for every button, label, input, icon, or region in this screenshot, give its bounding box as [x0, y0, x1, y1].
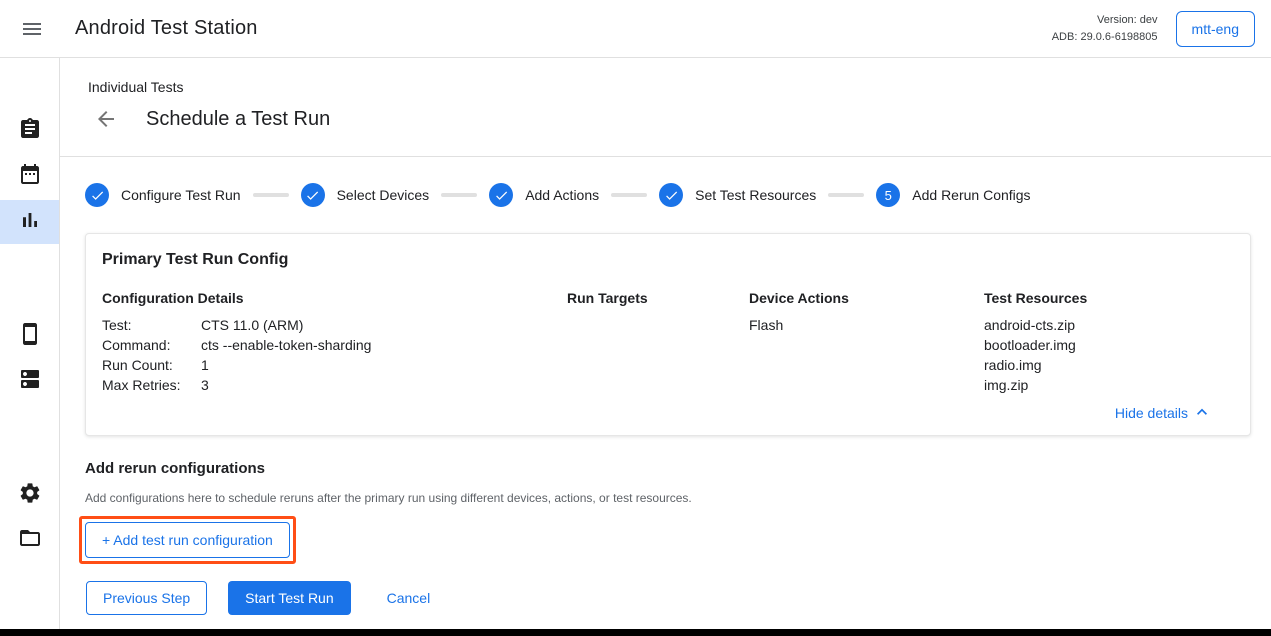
rerun-section-description: Add configurations here to schedule reru… — [85, 491, 1271, 505]
start-test-run-button[interactable]: Start Test Run — [228, 581, 350, 615]
bottom-black-bar — [0, 629, 1271, 636]
column-header: Run Targets — [567, 290, 749, 306]
page-header: Individual Tests Schedule a Test Run — [60, 58, 1271, 157]
column-header: Test Resources — [984, 290, 1234, 306]
config-row: Run Count: 1 — [102, 355, 567, 375]
hide-details-label: Hide details — [1115, 405, 1188, 421]
check-icon — [489, 183, 513, 207]
config-value: cts --enable-token-sharding — [201, 335, 371, 355]
step-label: Add Actions — [525, 187, 599, 203]
check-icon — [659, 183, 683, 207]
check-icon — [85, 183, 109, 207]
gear-icon — [18, 481, 42, 510]
version-line: Version: dev — [1052, 12, 1158, 29]
card-title: Primary Test Run Config — [102, 251, 1234, 269]
test-resource-item: radio.img — [984, 355, 1234, 375]
run-targets-column: Run Targets — [567, 290, 749, 395]
test-resource-item: android-cts.zip — [984, 315, 1234, 335]
adb-version-line: ADB: 29.0.6-6198805 — [1052, 29, 1158, 46]
step-label: Add Rerun Configs — [912, 187, 1030, 203]
configuration-details-column: Configuration Details Test: CTS 11.0 (AR… — [102, 290, 567, 395]
test-resource-item: bootloader.img — [984, 335, 1234, 355]
folder-icon — [18, 526, 42, 555]
step-label: Set Test Resources — [695, 187, 816, 203]
step-add-rerun-configs[interactable]: 5 Add Rerun Configs — [876, 183, 1030, 207]
page-title: Schedule a Test Run — [146, 108, 330, 131]
sidebar-item-storage[interactable] — [0, 359, 59, 403]
config-label: Max Retries: — [102, 375, 201, 395]
step-connector — [441, 193, 477, 197]
breadcrumb: Individual Tests — [88, 79, 1271, 95]
test-resources-column: Test Resources android-cts.zip bootloade… — [984, 290, 1234, 395]
config-label: Run Count: — [102, 355, 201, 375]
config-row: Test: CTS 11.0 (ARM) — [102, 315, 567, 335]
annotation-highlight-box: + Add test run configuration — [79, 516, 296, 564]
device-actions-column: Device Actions Flash — [749, 290, 984, 395]
step-select-devices[interactable]: Select Devices — [301, 183, 430, 207]
clipboard-icon — [18, 117, 42, 146]
cancel-button[interactable]: Cancel — [375, 582, 443, 614]
step-set-test-resources[interactable]: Set Test Resources — [659, 183, 816, 207]
previous-step-button[interactable]: Previous Step — [86, 581, 207, 615]
config-value: 3 — [201, 375, 209, 395]
sidebar-item-bar-chart[interactable] — [0, 200, 59, 244]
rerun-configurations-section: Add rerun configurations Add configurati… — [60, 436, 1271, 564]
step-add-actions[interactable]: Add Actions — [489, 183, 599, 207]
config-value: CTS 11.0 (ARM) — [201, 315, 303, 335]
android-test-station-app: Android Test Station Version: dev ADB: 2… — [0, 0, 1271, 636]
back-arrow-icon[interactable] — [94, 107, 118, 131]
app-title: Android Test Station — [75, 17, 258, 40]
config-label: Command: — [102, 335, 201, 355]
check-icon — [301, 183, 325, 207]
footer-actions: Previous Step Start Test Run Cancel — [60, 581, 1271, 615]
sidebar-item-calendar[interactable] — [0, 154, 59, 198]
version-info: Version: dev ADB: 29.0.6-6198805 — [1052, 12, 1158, 45]
menu-icon[interactable] — [20, 17, 44, 41]
add-test-run-configuration-button[interactable]: + Add test run configuration — [85, 522, 290, 558]
config-row: Max Retries: 3 — [102, 375, 567, 395]
bar-chart-icon — [18, 208, 42, 237]
storage-icon — [18, 367, 42, 396]
chevron-up-icon — [1192, 402, 1212, 425]
step-number-badge: 5 — [876, 183, 900, 207]
column-header: Configuration Details — [102, 290, 567, 306]
config-value: 1 — [201, 355, 209, 375]
step-connector — [611, 193, 647, 197]
sidebar-item-folder[interactable] — [0, 518, 59, 562]
calendar-icon — [18, 162, 42, 191]
step-configure-test-run[interactable]: Configure Test Run — [85, 183, 241, 207]
test-resource-item: img.zip — [984, 375, 1234, 395]
step-label: Select Devices — [337, 187, 430, 203]
device-action-item: Flash — [749, 315, 984, 335]
primary-test-run-config-card: Primary Test Run Config Configuration De… — [85, 233, 1251, 436]
smartphone-icon — [18, 322, 42, 351]
step-connector — [828, 193, 864, 197]
stepper: Configure Test Run Select Devices Add Ac… — [60, 157, 1271, 233]
app-bar: Android Test Station Version: dev ADB: 2… — [0, 0, 1271, 58]
rerun-section-title: Add rerun configurations — [85, 460, 1271, 477]
config-label: Test: — [102, 315, 201, 335]
config-row: Command: cts --enable-token-sharding — [102, 335, 567, 355]
step-connector — [253, 193, 289, 197]
step-label: Configure Test Run — [121, 187, 241, 203]
column-header: Device Actions — [749, 290, 984, 306]
sidebar-item-clipboard[interactable] — [0, 109, 59, 153]
user-menu-button[interactable]: mtt-eng — [1176, 11, 1255, 47]
sidebar-item-smartphone[interactable] — [0, 314, 59, 358]
hide-details-link[interactable]: Hide details — [102, 401, 1234, 425]
sidebar-item-settings[interactable] — [0, 473, 59, 517]
sidebar — [0, 58, 60, 629]
